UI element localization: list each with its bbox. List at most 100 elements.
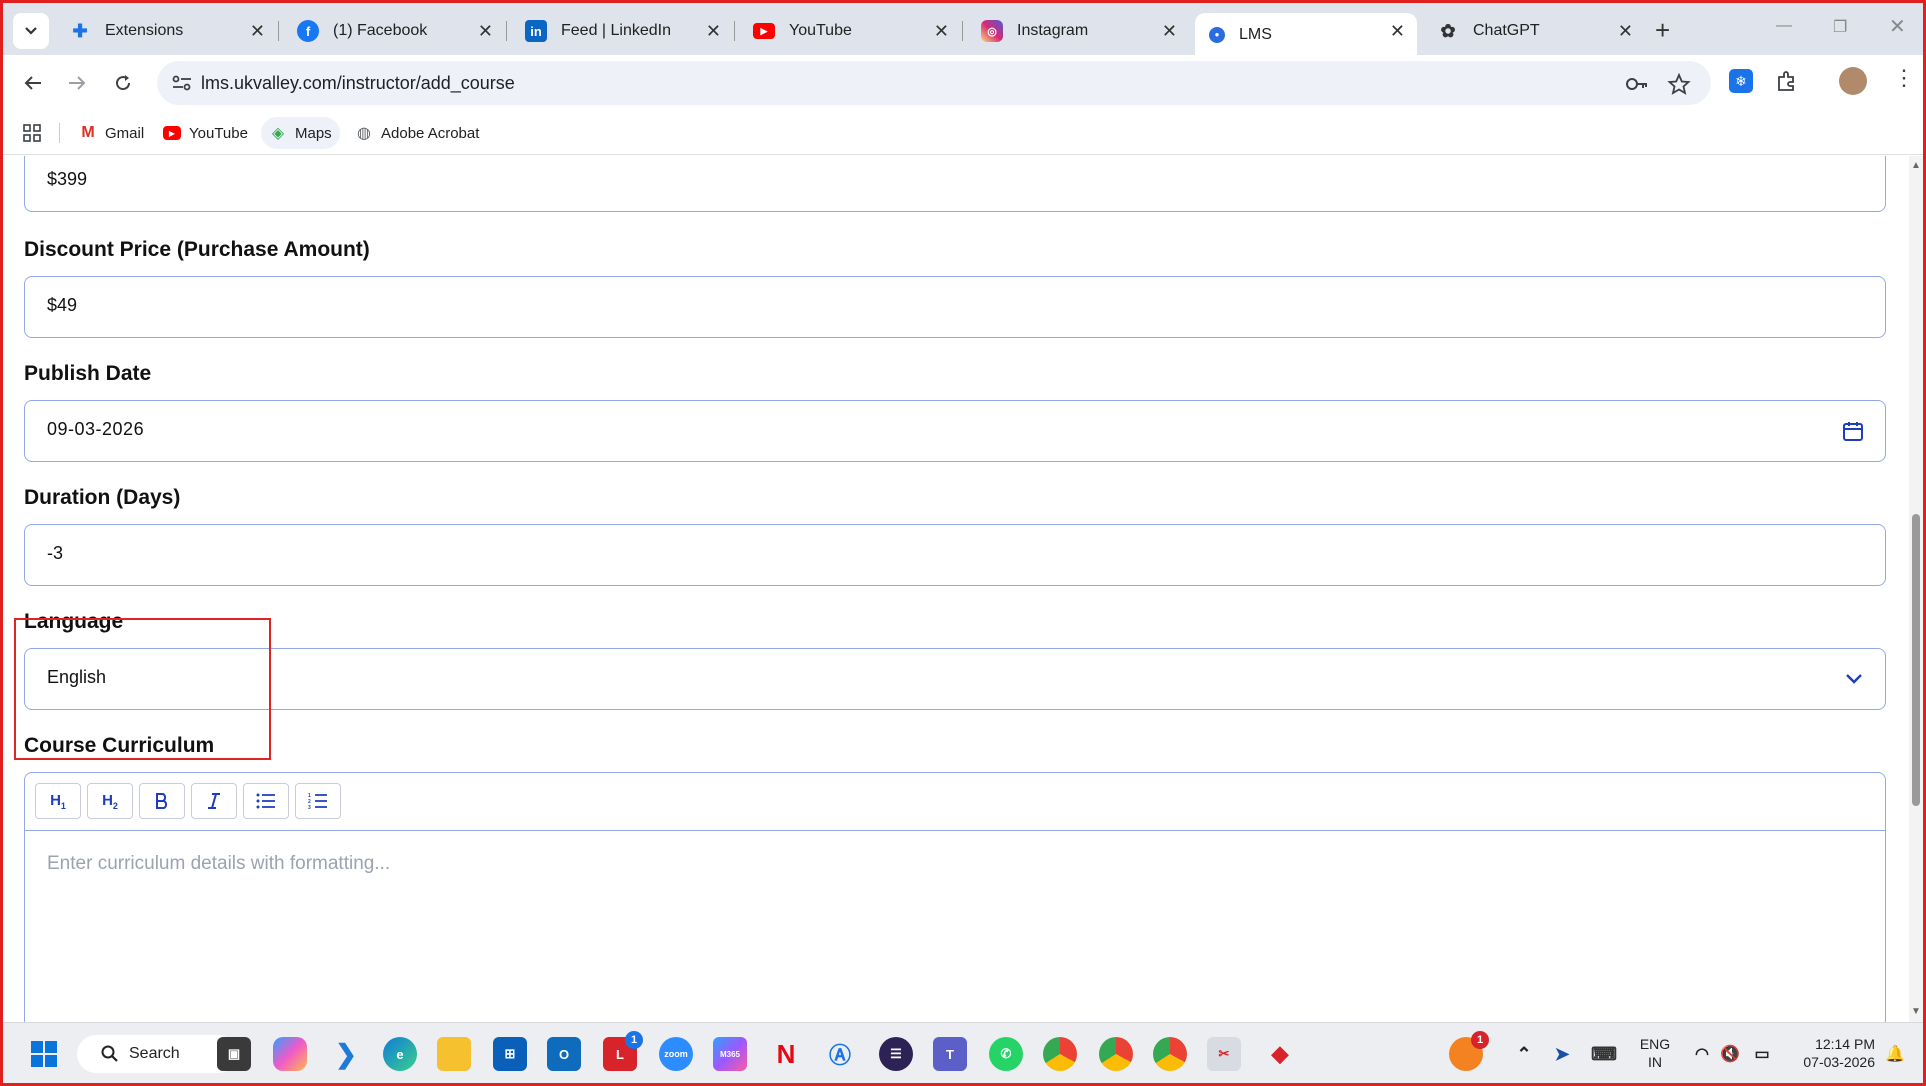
lang-line2: IN [1648,1054,1662,1070]
bookmark-maps[interactable]: ◈ Maps [261,117,340,149]
numbered-list-button[interactable]: 123 [295,783,341,819]
minimize-icon[interactable]: — [1776,17,1792,35]
close-icon[interactable]: ✕ [250,21,265,41]
menu-kebab-icon[interactable]: ⋮ [1893,65,1915,91]
page-scrollbar[interactable]: ▲ ▼ [1909,156,1923,1022]
keyboard-icon[interactable]: ⌨ [1587,1037,1621,1071]
tab-title: Feed | LinkedIn [561,22,672,39]
heading2-button[interactable]: H2 [87,783,133,819]
scroll-down-arrow-icon[interactable]: ▼ [1911,1006,1921,1017]
chrome-profile1-icon[interactable] [1043,1037,1077,1071]
tab-chatgpt[interactable]: ✿ ChatGPT ✕ [1423,13,1645,49]
bookmark-youtube[interactable]: ▶ YouTube [155,117,256,149]
teams-icon[interactable]: T [933,1037,967,1071]
close-icon[interactable]: ✕ [1618,21,1633,41]
heading1-button[interactable]: H1 [35,783,81,819]
paint-icon[interactable]: ◆ [1263,1037,1297,1071]
forward-button[interactable] [61,67,93,99]
bullet-list-button[interactable] [243,783,289,819]
add-course-form: $399 Discount Price (Purchase Amount) $4… [3,156,1909,1022]
task-view-icon[interactable]: ▣ [217,1037,251,1071]
validation-highlight-box [14,618,271,760]
duration-field[interactable]: -3 [24,524,1886,586]
battery-icon[interactable]: ▭ [1745,1037,1779,1071]
discount-price-field[interactable]: $49 [24,276,1886,338]
tab-instagram[interactable]: ◎ Instagram ✕ [967,13,1189,49]
chevron-down-icon [1846,674,1862,684]
close-icon[interactable]: ✕ [706,21,721,41]
close-icon[interactable]: ✕ [1162,21,1177,41]
tab-youtube[interactable]: ▶ YouTube ✕ [739,13,963,49]
tab-extensions[interactable]: ✚ Extensions ✕ [55,13,279,49]
url-input[interactable] [201,69,1501,97]
curriculum-placeholder[interactable]: Enter curriculum details with formatting… [47,853,390,875]
tab-title: Instagram [1017,22,1089,39]
chevron-up-icon[interactable]: ⌃ [1507,1037,1541,1071]
tray-app-icon[interactable]: 1 [1449,1031,1489,1071]
extension-snowflake-icon[interactable]: ❄ [1729,69,1753,93]
bookmark-adobe-acrobat[interactable]: ◍ Adobe Acrobat [347,117,487,149]
bold-button[interactable] [139,783,185,819]
heading1-icon: H1 [50,791,66,811]
reload-button[interactable] [107,67,139,99]
notification-bell-icon[interactable]: 🔔 [1883,1037,1907,1071]
extensions-puzzle-icon[interactable] [1775,69,1799,98]
address-bar[interactable] [157,61,1711,105]
language-select[interactable]: English [24,648,1886,710]
location-arrow-icon[interactable]: ➤ [1545,1037,1579,1071]
outlook-icon[interactable]: O [547,1037,581,1071]
zoom-icon[interactable]: zoom [659,1037,693,1071]
tab-linkedin[interactable]: in Feed | LinkedIn ✕ [511,13,735,49]
netflix-icon[interactable]: N [769,1037,803,1071]
whatsapp-icon[interactable]: ✆ [989,1037,1023,1071]
close-icon[interactable]: ✕ [934,21,949,41]
clock[interactable]: 12:14 PM 07-03-2026 [1783,1035,1875,1071]
app-a-icon[interactable]: Ⓐ [823,1037,857,1071]
scroll-up-arrow-icon[interactable]: ▲ [1911,160,1921,171]
app-l-icon[interactable]: L1 [603,1031,643,1071]
bookmark-label: Maps [295,124,332,142]
puzzle-icon: ✚ [72,20,88,41]
snipping-tool-icon[interactable]: ✂ [1207,1037,1241,1071]
bookmark-gmail[interactable]: M Gmail [71,117,152,149]
microsoft-store-icon[interactable]: ⊞ [493,1037,527,1071]
speaker-muted-icon[interactable]: 🔇 [1713,1037,1747,1071]
back-button[interactable] [17,67,49,99]
forward-arrow-icon [69,76,86,90]
scroll-thumb[interactable] [1912,514,1920,806]
language-indicator[interactable]: ENG IN [1635,1035,1675,1071]
chrome-profile3-icon[interactable] [1153,1037,1187,1071]
tab-facebook[interactable]: f (1) Facebook ✕ [283,13,507,49]
taskbar-search[interactable]: Search [77,1035,237,1073]
publish-date-field[interactable]: 09-03-2026 [24,400,1886,462]
close-icon[interactable]: ✕ [1390,21,1405,41]
file-explorer-icon[interactable] [437,1037,471,1071]
m365-icon[interactable]: M365 [713,1037,747,1071]
bookmark-label: YouTube [189,124,248,142]
clock-date: 07-03-2026 [1803,1054,1875,1070]
restore-icon[interactable]: ❐ [1833,17,1847,37]
italic-button[interactable] [191,783,237,819]
copilot-icon[interactable] [273,1037,307,1071]
tab-lms[interactable]: ● LMS ✕ [1195,13,1417,56]
chrome-profile2-icon[interactable] [1099,1037,1133,1071]
tab-search-button[interactable] [13,13,49,49]
edge-icon[interactable]: e [383,1037,417,1071]
close-icon[interactable]: ✕ [478,21,493,41]
site-info-icon [172,75,191,91]
vscode-icon[interactable]: ❯ [329,1037,363,1071]
duration-label: Duration (Days) [24,486,181,509]
windows-start-icon[interactable] [27,1037,61,1071]
tab-title: LMS [1239,25,1272,43]
new-tab-button[interactable]: + [1655,15,1670,45]
svg-text:3: 3 [308,805,311,810]
price-field[interactable]: $399 [24,156,1886,212]
tab-strip: ✚ Extensions ✕ f (1) Facebook ✕ in Feed … [3,3,1923,56]
discount-price-value: $49 [47,295,78,315]
editor-toolbar: H1 H2 123 [25,773,1885,831]
apps-grid-icon[interactable] [15,117,49,149]
eclipse-icon[interactable]: ☰ [879,1037,913,1071]
calendar-icon[interactable] [1841,419,1865,443]
window-close-icon[interactable]: ✕ [1889,14,1906,39]
profile-avatar[interactable] [1839,67,1867,95]
